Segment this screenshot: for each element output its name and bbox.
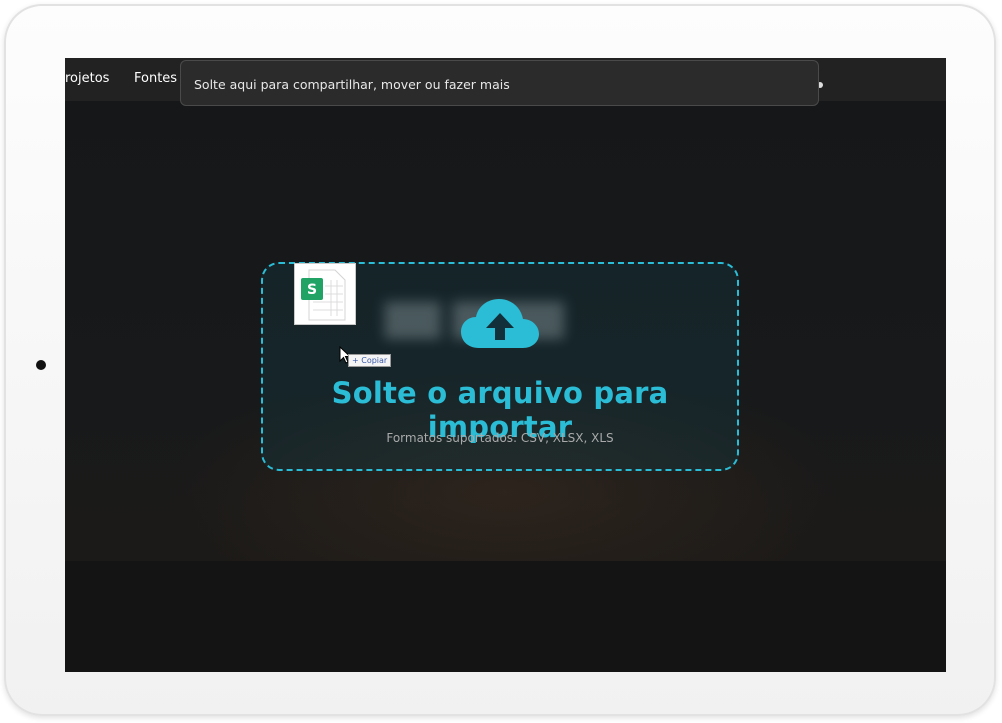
supported-formats-text: Formatos suportados: CSV, XLSX, XLS — [386, 431, 614, 445]
app-screen: rojetos Fontes d Solte aqui para compart… — [65, 58, 946, 672]
cloud-upload-icon — [461, 299, 539, 348]
page-bottom — [65, 561, 946, 672]
nav-item-projetos[interactable]: rojetos — [65, 71, 109, 86]
copy-badge: + Copiar — [348, 354, 392, 367]
file-letter: S — [307, 282, 317, 298]
camera-dot — [36, 360, 46, 370]
tablet-frame: rojetos Fontes d Solte aqui para compart… — [4, 4, 996, 716]
spreadsheet-document-icon: S — [301, 269, 346, 321]
share-drop-tooltip[interactable]: Solte aqui para compartilhar, mover ou f… — [180, 60, 819, 106]
copy-badge-label: Copiar — [361, 356, 388, 365]
spreadsheet-file-icon[interactable]: S — [294, 263, 356, 325]
